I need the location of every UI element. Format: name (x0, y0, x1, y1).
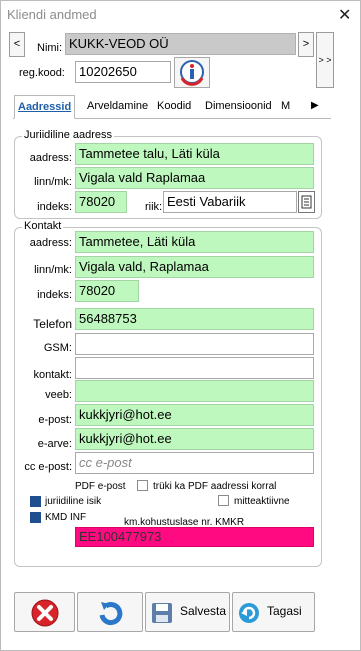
legal-person-checkbox[interactable] (30, 496, 41, 507)
contact-person-label: kontakt: (33, 369, 72, 381)
close-icon[interactable]: ✕ (338, 5, 351, 25)
cc-email-placeholder: cc e-post (79, 455, 132, 470)
tab-koodid[interactable]: Koodid (154, 95, 194, 119)
tab-dimensioonid[interactable]: Dimensioonid (202, 95, 275, 119)
info-icon (180, 60, 204, 86)
legal-country-label: riik: (145, 201, 163, 213)
legal-country-field[interactable]: Eesti Vabariik (163, 191, 297, 213)
phone-field[interactable]: 56488753 (75, 308, 314, 330)
floppy-disk-icon (152, 603, 172, 623)
legal-person-label: juriidiline isik (45, 496, 102, 507)
regcode-field[interactable]: 10202650 (75, 61, 171, 83)
name-field[interactable]: KUKK-VEOD OÜ (65, 33, 296, 55)
contact-index-label: indeks: (37, 289, 72, 301)
phone-label: Telefon (33, 317, 72, 331)
vat-number-field[interactable]: EE100477973 (75, 527, 314, 547)
legal-address-field[interactable]: Tammetee talu, Läti küla (75, 143, 314, 165)
cc-email-field[interactable]: cc e-post (75, 452, 314, 474)
contact-person-field[interactable] (75, 357, 314, 379)
list-icon (301, 195, 312, 209)
gsm-field[interactable] (75, 333, 314, 355)
legal-address-label: aadress: (29, 152, 72, 164)
tab-arveldamine[interactable]: Arveldamine (84, 95, 151, 119)
legal-city-field[interactable]: Vigala vald Raplamaa (75, 167, 314, 189)
inactive-label: mitteaktiivne (234, 496, 290, 507)
delete-icon (31, 599, 59, 627)
pdf-email-label: PDF e-post (75, 481, 126, 492)
country-picker-button[interactable] (298, 191, 315, 213)
info-button[interactable] (174, 57, 210, 88)
contact-city-field[interactable]: Vigala vald, Raplamaa (75, 256, 314, 278)
save-button-label: Salvesta (180, 604, 227, 618)
back-button[interactable]: Tagasi (232, 592, 315, 632)
einvoice-label: e-arve: (37, 438, 72, 450)
pdf-print-checkbox[interactable] (137, 480, 148, 491)
email-label: e-post: (38, 414, 72, 426)
contact-group-label: Kontakt (22, 220, 64, 232)
einvoice-field[interactable]: kukkjyri@hot.ee (75, 428, 314, 450)
next-record-button[interactable]: > (298, 32, 314, 57)
kmd-inf-checkbox[interactable] (30, 512, 41, 523)
legal-address-group-label: Juriidiline aadress (22, 129, 115, 141)
tab-scroll-right-icon[interactable]: ▶ (311, 100, 319, 111)
contact-index-field[interactable]: 78020 (75, 280, 139, 302)
contact-city-label: linn/mk: (34, 264, 72, 276)
more-button[interactable]: > > (316, 32, 334, 88)
inactive-checkbox[interactable] (218, 495, 229, 506)
name-label: Nimi: (37, 42, 63, 54)
legal-city-label: linn/mk: (34, 176, 72, 188)
save-button[interactable]: Salvesta (145, 592, 230, 632)
kmd-inf-label: KMD INF (45, 512, 87, 523)
refresh-icon (99, 602, 123, 626)
legal-index-label: indeks: (37, 201, 72, 213)
gsm-label: GSM: (43, 342, 72, 354)
tab-more[interactable]: M (278, 95, 293, 119)
email-field[interactable]: kukkjyri@hot.ee (75, 404, 314, 426)
window-title: Kliendi andmed (7, 7, 97, 22)
contact-address-label: aadress: (29, 237, 72, 249)
contact-address-field[interactable]: Tammetee, Läti küla (75, 231, 314, 253)
delete-button[interactable] (14, 592, 75, 632)
regcode-label: reg.kood: (19, 67, 65, 79)
back-arrow-icon (239, 603, 259, 623)
web-field[interactable] (75, 380, 314, 402)
web-label: veeb: (45, 389, 72, 401)
cc-email-label: cc e-post: (24, 461, 72, 473)
pdf-print-label: trüki ka PDF aadressi korral (153, 481, 277, 492)
legal-index-field[interactable]: 78020 (75, 191, 127, 213)
back-button-label: Tagasi (267, 604, 302, 618)
refresh-button[interactable] (77, 592, 143, 632)
previous-record-button[interactable]: < (9, 32, 25, 57)
tab-aadressid[interactable]: Aadressid (14, 95, 76, 119)
